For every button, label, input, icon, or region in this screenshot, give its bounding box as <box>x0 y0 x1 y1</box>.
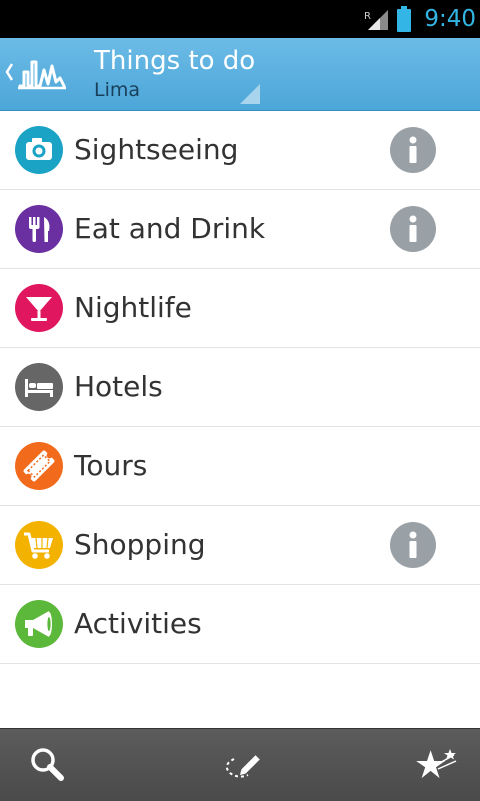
info-icon[interactable] <box>390 127 436 173</box>
clock: 9:40 <box>424 6 476 32</box>
app-logo-icon <box>5 60 66 90</box>
list-item-label: Shopping <box>74 528 206 561</box>
route-button[interactable] <box>200 729 280 801</box>
info-icon[interactable] <box>390 206 436 252</box>
list-item-shopping[interactable]: Shopping <box>0 506 480 585</box>
spinner-arrow-icon <box>240 84 260 104</box>
fork-knife-icon <box>15 205 63 253</box>
camera-icon <box>15 126 63 174</box>
page-title: Things to do <box>94 46 256 76</box>
category-list: Sightseeing Eat and Drink Nightlife Hote… <box>0 111 480 664</box>
ticket-icon <box>15 442 63 490</box>
list-item-activities[interactable]: Activities <box>0 585 480 664</box>
action-bar: Things to do Lima <box>0 38 480 111</box>
list-item-eat-and-drink[interactable]: Eat and Drink <box>0 190 480 269</box>
status-bar: R 9:40 <box>0 0 480 38</box>
list-item-label: Nightlife <box>74 291 192 324</box>
bed-icon <box>15 363 63 411</box>
search-button[interactable] <box>8 729 88 801</box>
bottom-toolbar <box>0 728 480 801</box>
cart-icon <box>15 521 63 569</box>
stars-icon <box>416 749 457 779</box>
list-item-tours[interactable]: Tours <box>0 427 480 506</box>
favorites-button[interactable] <box>394 729 474 801</box>
list-item-nightlife[interactable]: Nightlife <box>0 269 480 348</box>
signal-icon: R <box>364 10 388 30</box>
city-subtitle: Lima <box>94 79 141 101</box>
list-item-label: Eat and Drink <box>74 212 266 245</box>
list-item-sightseeing[interactable]: Sightseeing <box>0 111 480 190</box>
list-item-label: Sightseeing <box>74 133 239 166</box>
list-item-label: Tours <box>74 449 148 482</box>
back-chevron-icon <box>5 63 14 81</box>
cocktail-icon <box>15 284 63 332</box>
list-item-hotels[interactable]: Hotels <box>0 348 480 427</box>
megaphone-icon <box>15 600 63 648</box>
roaming-indicator: R <box>364 11 371 22</box>
list-item-label: Activities <box>74 607 202 640</box>
home-up-button[interactable] <box>0 38 80 110</box>
city-spinner[interactable]: Things to do Lima <box>94 44 264 106</box>
list-item-label: Hotels <box>74 370 163 403</box>
info-icon[interactable] <box>390 522 436 568</box>
route-pen-icon <box>225 755 260 778</box>
search-icon <box>31 748 64 781</box>
battery-icon <box>397 6 411 32</box>
